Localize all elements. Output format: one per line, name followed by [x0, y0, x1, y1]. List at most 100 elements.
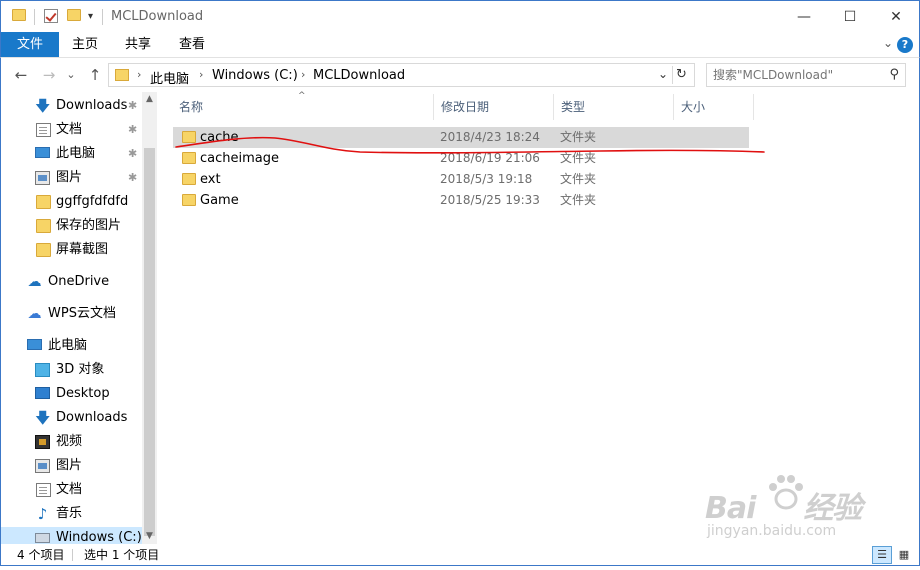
computer-icon	[27, 339, 42, 350]
minimize-button[interactable]: —	[781, 1, 827, 33]
cloud-outline-icon: ☁	[27, 306, 42, 322]
sidebar-item-3d-objects[interactable]: 3D 对象	[1, 359, 143, 381]
up-button[interactable]: ↑	[85, 66, 105, 84]
file-modified: 2018/4/23 18:24	[440, 130, 540, 144]
breadcrumb-this-pc[interactable]: 此电脑	[150, 68, 189, 87]
item-count: 4 个项目	[17, 548, 65, 562]
ribbon-tabs: 文件 主页 共享 查看 ⌄ ?	[0, 32, 920, 58]
toolbar-divider	[102, 9, 103, 25]
window-title: MCLDownload	[111, 9, 204, 24]
drive-icon	[35, 533, 50, 543]
scroll-down-icon[interactable]: ▼	[142, 529, 157, 544]
sidebar-item-downloads[interactable]: 🡇 Downloads ✱	[1, 95, 143, 117]
sidebar-item-this-pc[interactable]: 此电脑	[1, 335, 143, 357]
sidebar-item-label: Downloads	[56, 410, 128, 425]
sidebar-item-downloads-pc[interactable]: 🡇 Downloads	[1, 407, 143, 429]
column-divider[interactable]	[753, 94, 754, 120]
folder-icon	[12, 9, 26, 21]
sidebar-item-label: 图片	[56, 170, 83, 185]
file-row-game[interactable]: Game 2018/5/25 19:33 文件夹	[173, 190, 749, 211]
breadcrumb-current[interactable]: MCLDownload	[313, 68, 405, 83]
sidebar-item-pictures-pinned[interactable]: 图片 ✱	[1, 167, 143, 189]
sidebar-item-label: 文档	[56, 482, 83, 497]
status-divider	[72, 549, 73, 561]
sidebar-item-label: OneDrive	[48, 274, 110, 289]
pin-icon[interactable]: ✱	[128, 143, 137, 165]
sidebar-item-this-pc-pinned[interactable]: 此电脑 ✱	[1, 143, 143, 165]
pin-icon[interactable]: ✱	[128, 95, 137, 117]
sidebar-item-saved-pictures[interactable]: 保存的图片	[1, 215, 143, 237]
address-toolbar: ← → ⌄ ↑ › 此电脑 › Windows (C:) › MCLDownlo…	[0, 58, 920, 92]
sidebar-item-label: ggffgfdfdfd	[56, 194, 129, 209]
column-header-size[interactable]: 大小	[673, 92, 753, 122]
sidebar-item-windows-drive[interactable]: Windows (C:)	[1, 527, 143, 544]
column-header-date[interactable]: 修改日期	[433, 92, 553, 122]
pictures-icon	[35, 171, 50, 185]
music-icon: ♪	[37, 505, 48, 523]
breadcrumb-separator[interactable]: ›	[199, 68, 203, 81]
column-header-type[interactable]: 类型	[553, 92, 673, 122]
search-box[interactable]: ⚲	[706, 63, 906, 87]
customize-toolbar-icon[interactable]: ▾	[88, 11, 93, 22]
sidebar-item-videos[interactable]: 视频	[1, 431, 143, 453]
file-row-ext[interactable]: ext 2018/5/3 19:18 文件夹	[173, 169, 749, 190]
breadcrumb-separator[interactable]: ›	[301, 68, 305, 81]
address-dropdown-icon[interactable]: ⌄	[658, 67, 668, 81]
sidebar-item-pictures[interactable]: 图片	[1, 455, 143, 477]
address-bar[interactable]: › 此电脑 › Windows (C:) › MCLDownload ⌄ ↻	[108, 63, 695, 87]
large-icons-view-icon[interactable]: ▦	[894, 546, 914, 564]
scroll-up-icon[interactable]: ▲	[142, 92, 157, 107]
sidebar-item-label: Windows (C:)	[56, 530, 142, 544]
watermark-site: jingyan.baidu.com	[707, 523, 837, 539]
sidebar-item-ggffgfdfdfd[interactable]: ggffgfdfdfd	[1, 191, 143, 213]
tab-file[interactable]: 文件	[1, 32, 59, 57]
file-row-cache[interactable]: cache 2018/4/23 18:24 文件夹	[173, 127, 749, 148]
watermark-text: 经验	[803, 491, 862, 526]
folder-icon	[182, 173, 196, 185]
details-view-icon[interactable]: ☰	[872, 546, 892, 564]
maximize-button[interactable]: ☐	[827, 1, 873, 33]
search-icon[interactable]: ⚲	[889, 67, 899, 82]
sidebar-item-desktop[interactable]: Desktop	[1, 383, 143, 405]
sidebar-item-documents-pc[interactable]: 文档	[1, 479, 143, 501]
download-icon: 🡇	[35, 409, 51, 427]
breadcrumb-drive[interactable]: Windows (C:)	[212, 68, 298, 83]
properties-icon[interactable]	[44, 9, 58, 23]
breadcrumb-separator[interactable]: ›	[137, 68, 141, 81]
sidebar-item-screenshots[interactable]: 屏幕截图	[1, 239, 143, 261]
tab-share[interactable]: 共享	[111, 32, 165, 57]
sidebar-item-music[interactable]: ♪ 音乐	[1, 503, 143, 525]
refresh-icon[interactable]: ↻	[672, 66, 690, 84]
sidebar-item-label: 屏幕截图	[56, 242, 109, 257]
close-button[interactable]: ✕	[873, 1, 919, 33]
forward-button[interactable]: →	[39, 66, 59, 84]
navigation-scrollbar[interactable]: ▲ ▼	[142, 92, 157, 544]
file-name: ext	[200, 172, 221, 187]
scrollbar-thumb[interactable]	[144, 148, 155, 536]
recent-locations-button[interactable]: ⌄	[61, 68, 81, 81]
sidebar-item-wps[interactable]: ☁ WPS云文档	[1, 303, 143, 325]
sidebar-item-label: 3D 对象	[56, 362, 105, 377]
pin-icon[interactable]: ✱	[128, 119, 137, 141]
computer-icon	[35, 147, 50, 158]
file-name: cache	[200, 130, 239, 145]
tab-home[interactable]: 主页	[59, 32, 111, 57]
help-icon[interactable]: ?	[897, 37, 913, 53]
expand-ribbon-icon[interactable]: ⌄	[883, 36, 893, 50]
sidebar-item-documents[interactable]: 文档 ✱	[1, 119, 143, 141]
sidebar-item-label: 视频	[56, 434, 83, 449]
file-row-cacheimage[interactable]: cacheimage 2018/6/19 21:06 文件夹	[173, 148, 749, 169]
tab-view[interactable]: 查看	[165, 32, 219, 57]
new-folder-icon[interactable]	[67, 9, 81, 21]
file-type: 文件夹	[560, 130, 597, 144]
sidebar-item-label: Desktop	[56, 386, 110, 401]
download-icon: 🡇	[35, 97, 51, 115]
column-header-name[interactable]: 名称	[171, 92, 433, 122]
sidebar-item-onedrive[interactable]: ☁ OneDrive	[1, 271, 143, 293]
back-button[interactable]: ←	[11, 66, 31, 84]
folder-icon	[182, 131, 196, 143]
pin-icon[interactable]: ✱	[128, 167, 137, 189]
search-input[interactable]	[707, 64, 877, 86]
sidebar-item-label: 保存的图片	[56, 218, 122, 233]
title-bar: ▾ MCLDownload — ☐ ✕	[0, 0, 920, 32]
